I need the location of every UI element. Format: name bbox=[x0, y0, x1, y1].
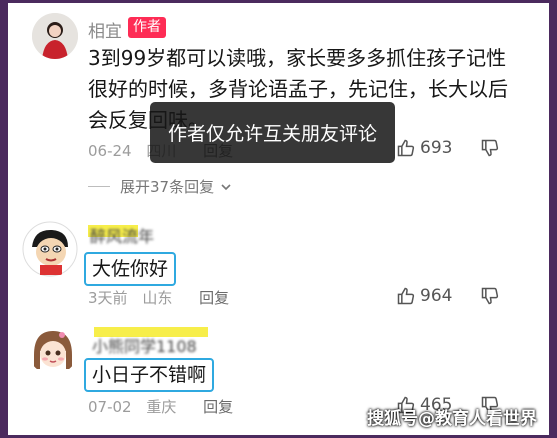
thumbs-up-icon bbox=[397, 287, 415, 305]
comment-username[interactable]: 醉风流年 bbox=[90, 223, 154, 247]
thumbs-down-icon bbox=[481, 139, 499, 157]
avatar[interactable] bbox=[28, 325, 78, 375]
expand-replies[interactable]: 展开37条回复 bbox=[88, 176, 232, 197]
comment-username[interactable]: 相宜 bbox=[88, 17, 122, 42]
comment-username[interactable]: 小熊同学1108 bbox=[92, 333, 197, 357]
comment-text-highlight: 小日子不错啊 bbox=[84, 358, 215, 392]
reply-button[interactable]: 回复 bbox=[203, 398, 233, 416]
toast-message: 作者仅允许互关朋友评论 bbox=[150, 102, 395, 163]
watermark: 搜狐号@教育人看世界 bbox=[367, 409, 537, 429]
avatar[interactable] bbox=[22, 221, 78, 277]
comment-panel: 相宜 作者 3到99岁都可以读哦，家长要多多抓住孩子记性 很好的时候，多背论语孟… bbox=[8, 3, 549, 435]
dislike-button[interactable] bbox=[480, 138, 500, 162]
comment-meta: 3天前 山东 回复 bbox=[88, 287, 229, 308]
comment-text-line: 3到99岁都可以读哦，家长要多多抓住孩子记性 bbox=[88, 46, 507, 70]
like-button[interactable]: 964 bbox=[396, 286, 452, 306]
comment-text-line: 很好的时候，多背论语孟子，先记住，长大以后 bbox=[88, 77, 508, 101]
comment-location: 重庆 bbox=[146, 398, 177, 416]
comment-meta: 07-02 重庆 回复 bbox=[88, 396, 233, 417]
chevron-down-icon bbox=[221, 183, 231, 190]
like-button[interactable]: 693 bbox=[396, 138, 452, 158]
divider bbox=[88, 186, 110, 187]
comment-date: 3天前 bbox=[88, 289, 128, 307]
thumbs-down-icon bbox=[481, 287, 499, 305]
author-badge: 作者 bbox=[128, 17, 166, 38]
comment-date: 07-02 bbox=[88, 398, 132, 416]
dislike-button[interactable] bbox=[480, 286, 500, 310]
comment-text-highlight: 大佐你好 bbox=[84, 252, 177, 286]
expand-replies-label: 展开37条回复 bbox=[120, 178, 215, 196]
thumbs-up-icon bbox=[397, 139, 415, 157]
comment-date: 06-24 bbox=[88, 142, 132, 160]
like-count: 964 bbox=[420, 286, 453, 306]
comment-location: 山东 bbox=[142, 289, 173, 307]
reply-button[interactable]: 回复 bbox=[199, 289, 229, 307]
like-count: 693 bbox=[420, 138, 453, 158]
avatar[interactable] bbox=[32, 13, 78, 59]
